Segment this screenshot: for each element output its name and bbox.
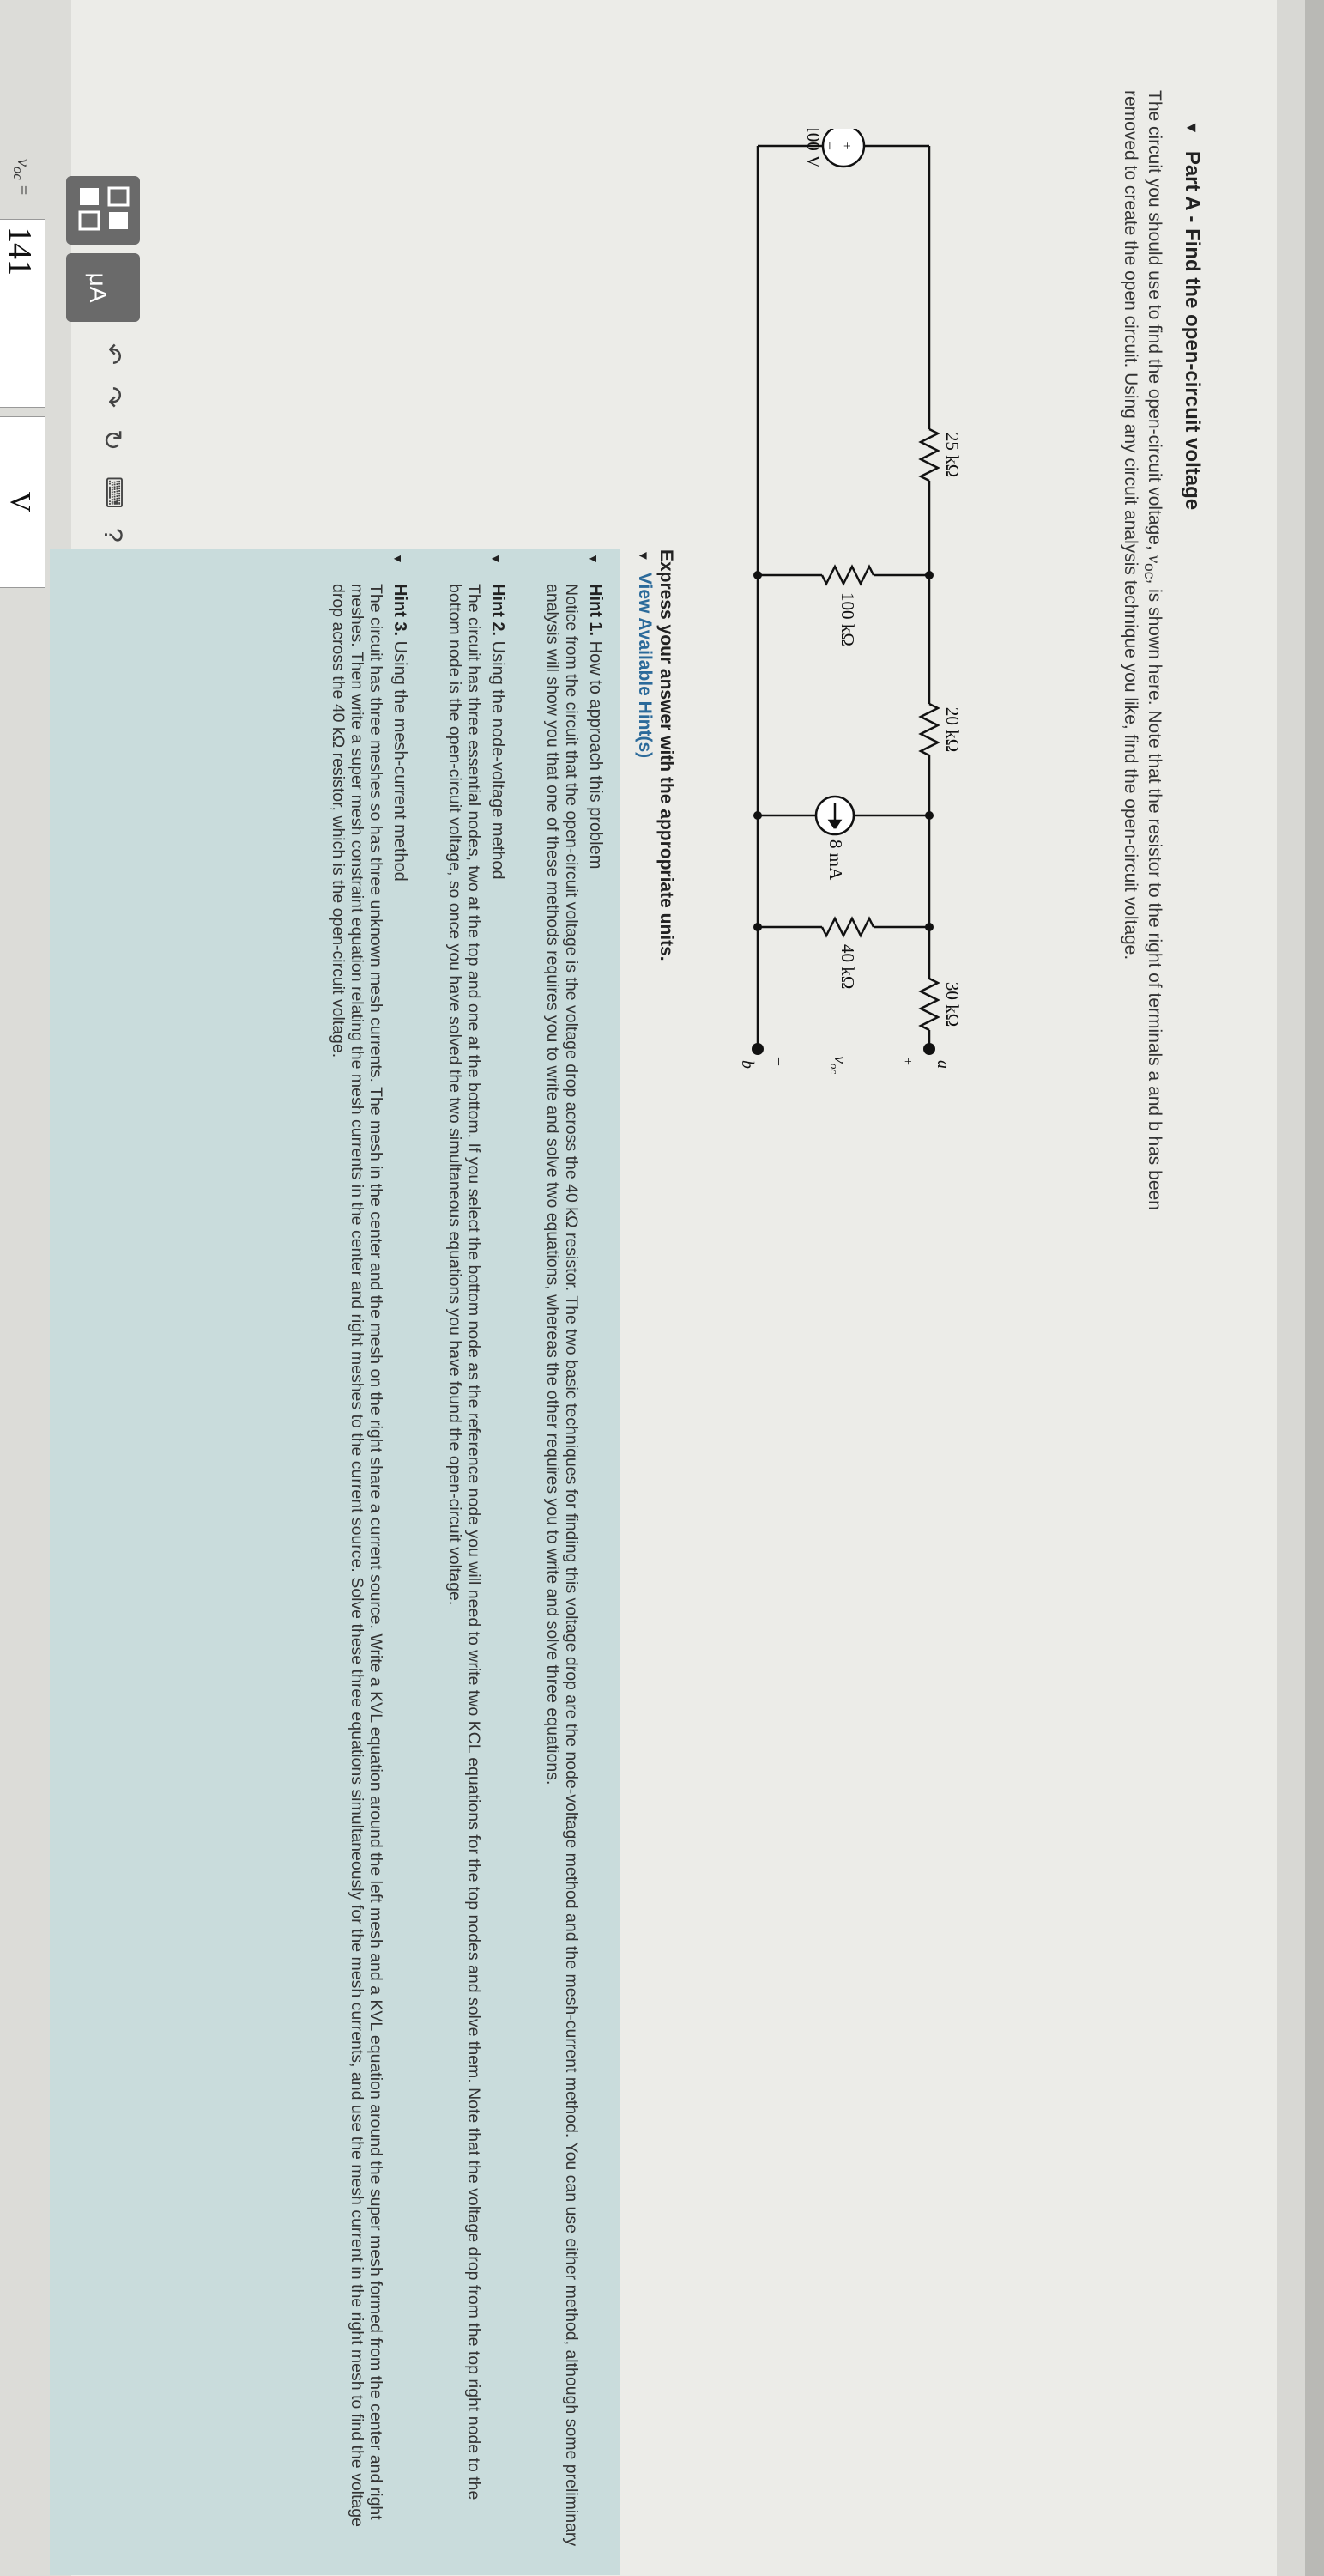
r3-label: 30 kΩ bbox=[942, 982, 963, 1027]
reset-icon[interactable]: ↻ bbox=[97, 429, 127, 451]
rotated-screen: ▼Part A - Find the open-circuit voltage … bbox=[0, 0, 1324, 2576]
answer-area: μA ↶ ↷ ↻ ⌨ ? voc = 141 V bbox=[0, 159, 174, 691]
part-a-title: Part A - Find the open-circuit voltage bbox=[1181, 150, 1204, 511]
monitor-bezel bbox=[1277, 0, 1324, 2576]
voc-value-input[interactable]: 141 bbox=[0, 219, 45, 408]
hint-1[interactable]: ▼ Hint 1. How to approach this problem N… bbox=[543, 553, 605, 2551]
r4-label: 100 kΩ bbox=[837, 592, 858, 646]
units-mu-a-icon: μA bbox=[85, 273, 112, 303]
r2-label: 20 kΩ bbox=[942, 707, 963, 752]
hint-caret-icon[interactable]: ▼ bbox=[487, 553, 505, 565]
view-hints-label: View Available Hint(s) bbox=[635, 572, 655, 759]
view-hints-link[interactable]: ▼ View Available Hint(s) bbox=[634, 549, 655, 758]
hint-caret-icon[interactable]: ▼ bbox=[389, 553, 408, 565]
answer-label: voc = bbox=[10, 159, 33, 197]
source-minus: – bbox=[823, 142, 837, 150]
voc-minus: – bbox=[771, 1057, 789, 1066]
source-voltage-label: 100 V bbox=[803, 129, 824, 168]
voc-label: voc bbox=[828, 1056, 849, 1074]
part-a-header[interactable]: ▼ Part A - Find the open-circuit voltage bbox=[1180, 120, 1204, 510]
source-plus: + bbox=[839, 142, 854, 149]
svg-text:μA: μA bbox=[85, 273, 112, 303]
r1-label: 25 kΩ bbox=[942, 433, 963, 477]
circuit-diagram: 100 V + – 25 kΩ 20 kΩ 30 kΩ 100 kΩ 8 mA … bbox=[738, 129, 963, 1074]
caret-down-icon: ▼ bbox=[636, 549, 650, 562]
hint-3[interactable]: ▼ Hint 3. Using the mesh-current method … bbox=[329, 553, 409, 2551]
hint-2[interactable]: ▼ Hint 2. Using the node-voltage method … bbox=[445, 553, 507, 2551]
template-button[interactable] bbox=[66, 176, 140, 245]
help-icon[interactable]: ? bbox=[98, 528, 127, 542]
hint-1-body: Notice from the circuit that the open-ci… bbox=[543, 584, 581, 2547]
hint-caret-icon[interactable]: ▼ bbox=[584, 553, 603, 565]
hint-2-body: The circuit has three essential nodes, t… bbox=[445, 584, 483, 2500]
current-source-label: 8 mA bbox=[825, 839, 846, 881]
keyboard-icon[interactable]: ⌨ bbox=[100, 476, 127, 509]
hints-panel: ▼ Hint 1. How to approach this problem N… bbox=[50, 549, 620, 2575]
unit-input[interactable]: V bbox=[0, 416, 45, 588]
voc-plus: + bbox=[900, 1058, 915, 1065]
terminal-a-label: a bbox=[934, 1060, 952, 1069]
template-icon bbox=[78, 186, 130, 231]
terminal-b-dot bbox=[752, 1043, 764, 1055]
terminal-b-label: b bbox=[738, 1060, 757, 1069]
redo-icon[interactable]: ↷ bbox=[97, 386, 127, 408]
units-button[interactable]: μA bbox=[66, 253, 140, 322]
r5-label: 40 kΩ bbox=[837, 944, 858, 989]
undo-icon[interactable]: ↶ bbox=[97, 343, 127, 365]
terminal-a-dot bbox=[923, 1043, 935, 1055]
collapse-caret-icon[interactable]: ▼ bbox=[1182, 120, 1200, 136]
hint-3-body: The circuit has three meshes so has thre… bbox=[329, 584, 385, 2527]
express-instruction: Express your answer with the appropriate… bbox=[656, 549, 676, 961]
